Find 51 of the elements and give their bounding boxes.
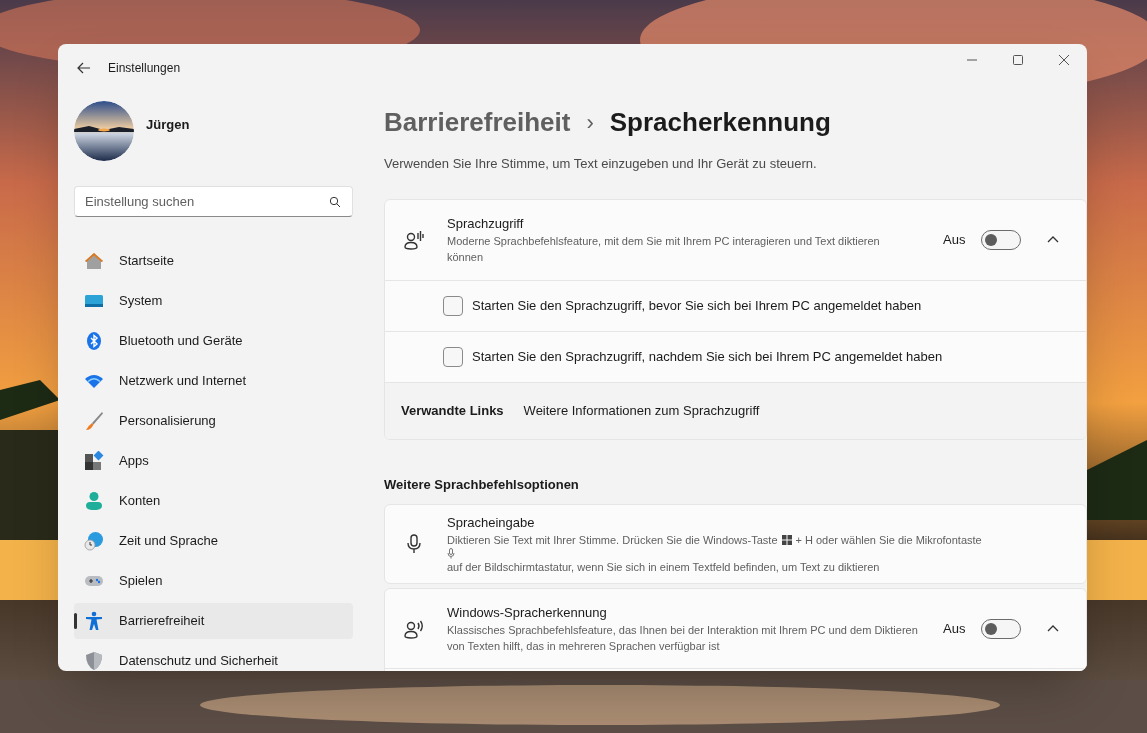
maximize-icon — [1012, 54, 1024, 66]
related-links-label: Verwandte Links — [401, 401, 504, 420]
nav-item[interactable]: Apps — [74, 443, 353, 479]
nav-item[interactable]: Barrierefreiheit — [74, 603, 353, 639]
bluetooth-icon — [84, 331, 104, 351]
setting-description: Moderne Sprachbefehlsfeature, mit dem Sie mit Ihrem PC interagieren und Text diktieren können — [447, 234, 881, 266]
apps-icon — [84, 451, 104, 471]
checkbox[interactable] — [443, 346, 463, 367]
user-name: Jürgen — [146, 116, 190, 135]
person-icon — [84, 491, 104, 511]
page-title: Spracherkennung — [609, 105, 831, 139]
page-subtitle: Verwenden Sie Ihre Stimme, um Text einzugeben und Ihr Gerät zu steuern. — [384, 155, 818, 173]
related-link[interactable]: Weitere Informationen zum Sprachzugriff — [523, 400, 760, 421]
setting-title: Sprachzugriff — [447, 214, 525, 233]
toggle-label: Aus — [943, 230, 966, 249]
nav-item[interactable]: Datenschutz und Sicherheit — [74, 643, 353, 671]
search-field[interactable]: Einstellung suchen — [74, 186, 353, 217]
nav-item[interactable]: Bluetooth und Geräte — [74, 323, 353, 359]
section-heading: Weitere Sprachbefehlsoptionen — [384, 475, 580, 494]
back-arrow-icon — [76, 60, 92, 76]
nav-item[interactable]: Personalisierung — [74, 403, 353, 439]
toggle-switch[interactable] — [981, 229, 1022, 250]
setting-description: + H oder wählen Sie die Mikrofontaste — [795, 533, 982, 549]
setting-description: Diktieren Sie Text mit Ihrer Stimme. Drücken Sie die Windows-Taste — [447, 533, 778, 549]
nav-item[interactable]: Netzwerk und Internet — [74, 363, 353, 399]
nav-item[interactable]: Konten — [74, 483, 353, 519]
windows-logo-icon — [781, 535, 792, 546]
shield-icon — [84, 651, 104, 671]
checkbox-label: Starten Sie den Sprachzugriff, nachdem Sie sich bei Ihrem PC angemeldet haben — [472, 347, 943, 366]
setting-description: auf der Bildschirmtastatur, wenn Sie sich in einem Textfeld befinden, um Text zu diktieren — [447, 560, 880, 576]
breadcrumb-separator: › — [586, 108, 594, 137]
globe-clock-icon — [84, 531, 104, 551]
search-icon — [329, 196, 341, 208]
window-title: Einstellungen — [108, 60, 181, 76]
nav-item[interactable]: Spielen — [74, 563, 353, 599]
checkbox-label: Starten Sie den Sprachzugriff, bevor Sie sich bei Ihrem PC angemeldet haben — [472, 296, 922, 315]
checkbox[interactable] — [443, 295, 463, 316]
nav-item[interactable]: Zeit und Sprache — [74, 523, 353, 559]
setting-title: Windows-Spracherkennung — [447, 603, 608, 622]
breadcrumb-link[interactable]: Barrierefreiheit — [384, 102, 571, 142]
close-icon — [1058, 54, 1070, 66]
brush-icon — [84, 411, 104, 431]
toggle-switch[interactable] — [981, 618, 1022, 639]
house-icon — [84, 251, 104, 271]
nav-item[interactable]: System — [74, 283, 353, 319]
setting-description: Klassisches Sprachbefehlsfeature, das Ihnen bei der Interaktion mit Ihrem PC und dem Diktieren von Texten hilft, das in mehreren Sprachen verfügbar ist — [447, 623, 919, 655]
setting-title: Spracheingabe — [447, 513, 536, 532]
toggle-label: Aus — [943, 619, 966, 638]
microphone-icon — [447, 548, 455, 560]
nav-item[interactable]: Startseite — [74, 243, 353, 279]
accessibility-icon — [84, 611, 104, 631]
